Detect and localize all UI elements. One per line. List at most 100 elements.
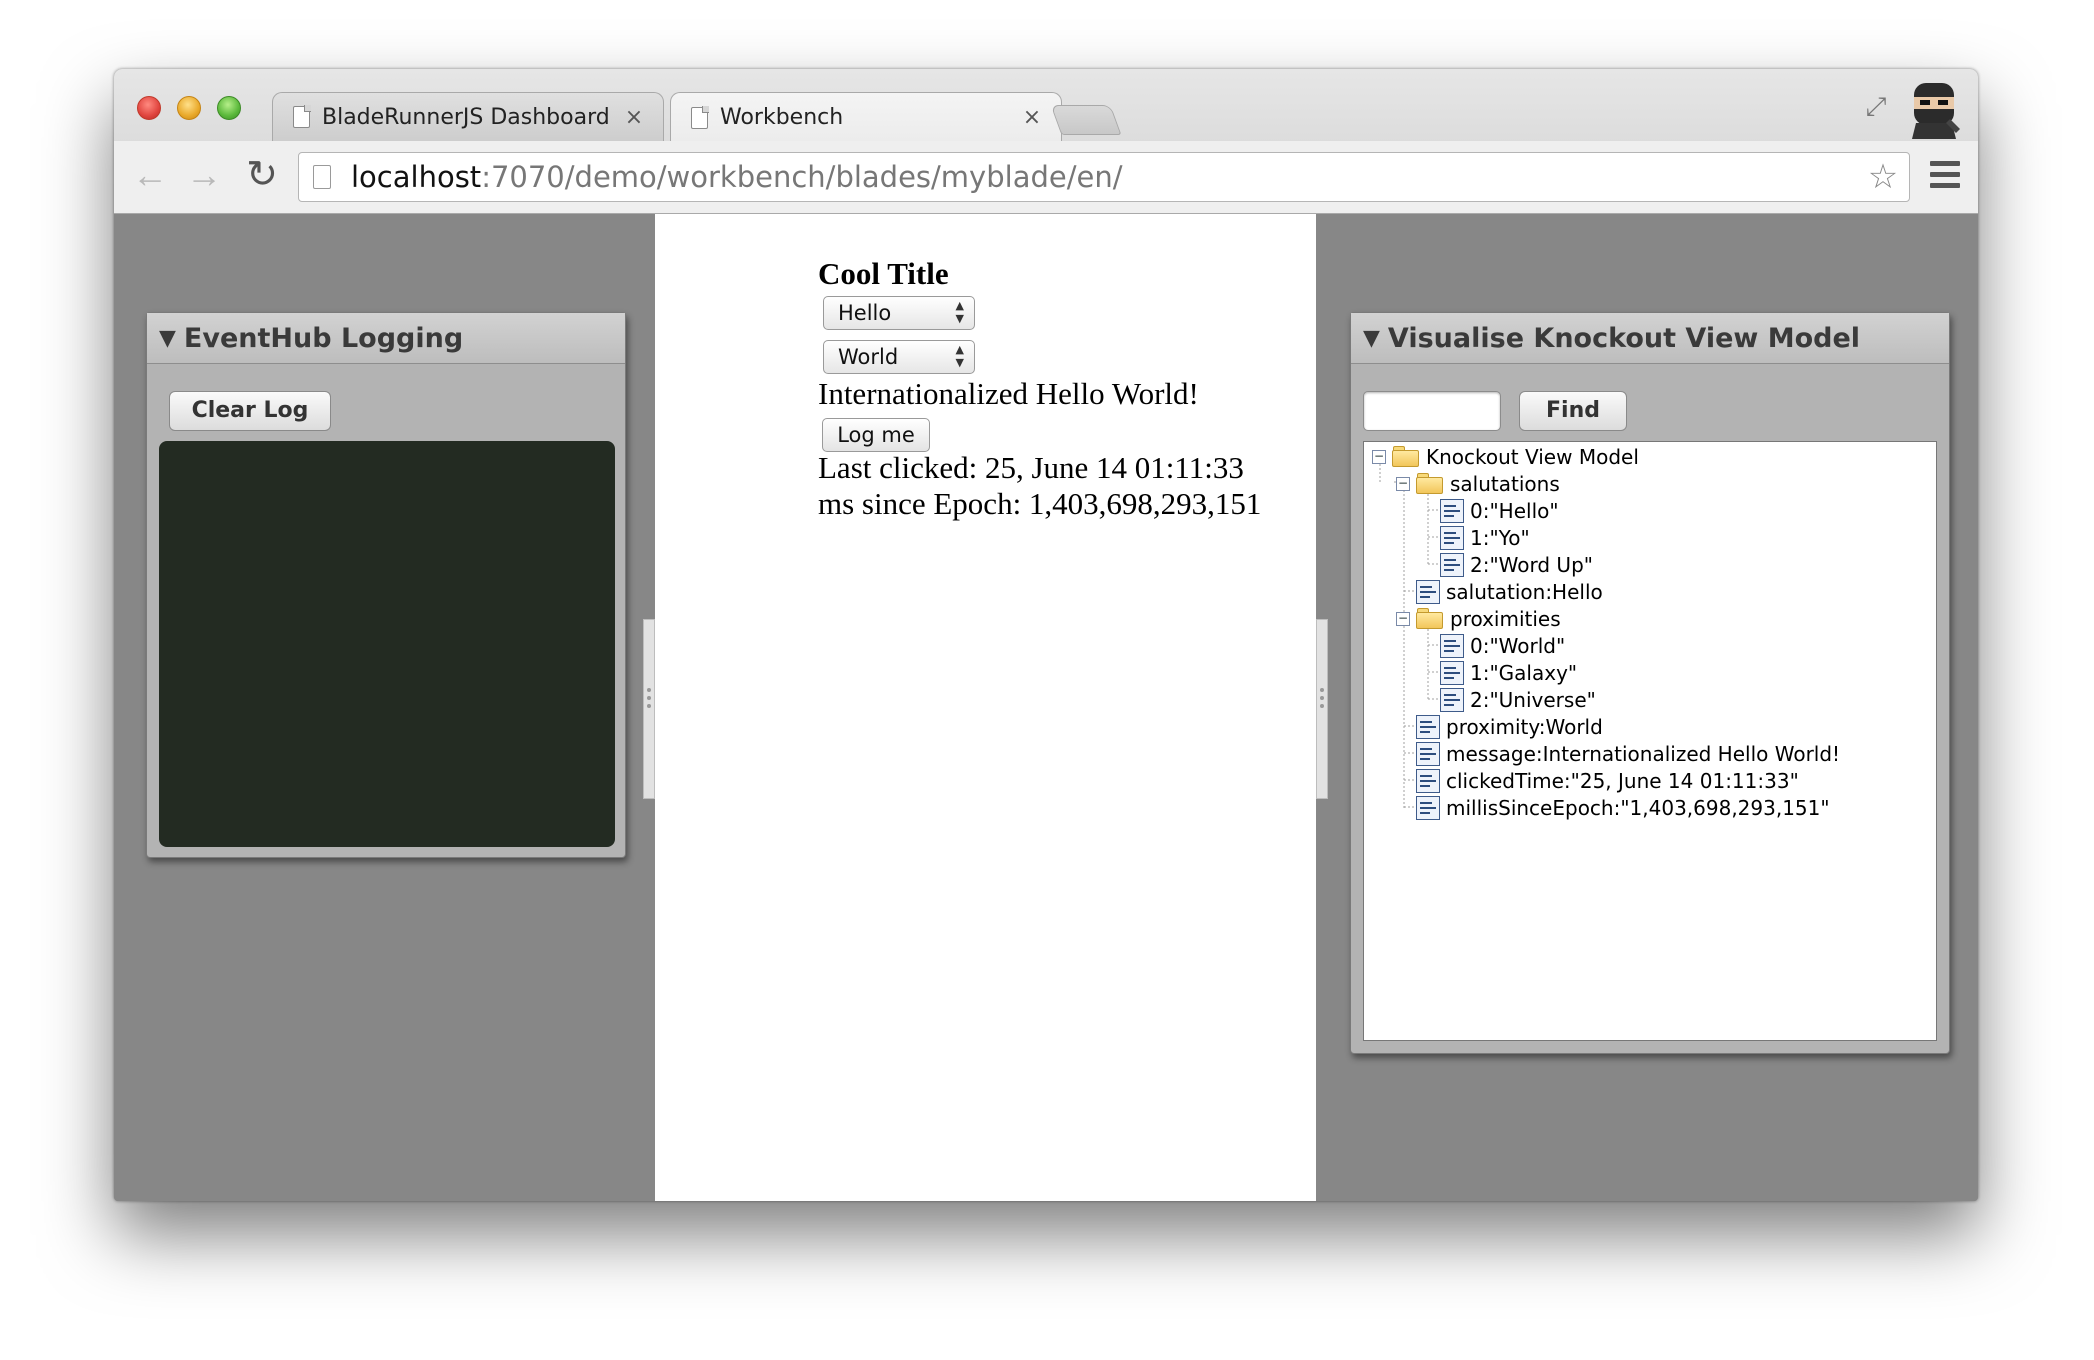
tree-node-clicked-time[interactable]: clickedTime:"25, June 14 01:11:33": [1416, 766, 1799, 796]
proximity-select[interactable]: World ▲ ▼: [823, 340, 975, 374]
browser-window: BladeRunnerJS Dashboard × Workbench × ⤢ …: [114, 69, 1978, 1201]
tree-node-salutation[interactable]: salutation:Hello: [1416, 577, 1603, 607]
tree-node-label: 0:"Hello": [1470, 499, 1559, 523]
ninja-avatar-icon[interactable]: [1906, 79, 1962, 139]
forward-arrow-icon[interactable]: →: [182, 153, 226, 197]
tree-node-label: 2:"Word Up": [1470, 553, 1593, 577]
ms-since-epoch-text: ms since Epoch: 1,403,698,293,151: [818, 486, 1262, 521]
minimize-window-button[interactable]: [177, 96, 201, 120]
tree-node-proximity-0[interactable]: 0:"World": [1440, 631, 1565, 661]
close-window-button[interactable]: [137, 96, 161, 120]
close-icon[interactable]: ×: [1021, 105, 1043, 130]
collapse-triangle-icon[interactable]: ▼: [159, 326, 176, 351]
tree-node-label: proximities: [1450, 607, 1561, 631]
page-title: Cool Title: [818, 256, 949, 291]
url-path: :7070/demo/workbench/blades/myblade/en/: [481, 160, 1123, 194]
browser-toolbar: ← → ↻ localhost:7070/demo/workbench/blad…: [114, 141, 1978, 213]
zoom-window-button[interactable]: [217, 96, 241, 120]
menu-icon[interactable]: [1930, 161, 1960, 191]
tree-node-salutation-0[interactable]: 0:"Hello": [1440, 496, 1559, 526]
tree-node-label: clickedTime:"25, June 14 01:11:33": [1446, 769, 1799, 793]
greeting-message: Internationalized Hello World!: [818, 376, 1199, 411]
url-text[interactable]: localhost:7070/demo/workbench/blades/myb…: [351, 160, 1863, 194]
tree-node-proximities[interactable]: − proximities: [1396, 604, 1561, 634]
browser-chrome: BladeRunnerJS Dashboard × Workbench × ⤢ …: [114, 69, 1978, 214]
find-button[interactable]: Find: [1519, 391, 1627, 431]
tree-node-salutations[interactable]: − salutations: [1396, 469, 1560, 499]
folder-icon: [1416, 473, 1444, 495]
property-icon: [1440, 553, 1464, 577]
bookmark-star-icon[interactable]: ☆: [1863, 157, 1903, 197]
url-host: localhost: [351, 160, 482, 194]
tree-node-label: 2:"Universe": [1470, 688, 1596, 712]
close-icon[interactable]: ×: [623, 105, 645, 130]
folder-icon: [1392, 446, 1420, 468]
grip-icon: [1320, 688, 1324, 712]
salutation-select[interactable]: Hello ▲ ▼: [823, 296, 975, 330]
tree-node-label: proximity:World: [1446, 715, 1603, 739]
panel-title: EventHub Logging: [183, 322, 464, 354]
eventhub-logging-panel: ▼ EventHub Logging Clear Log: [146, 312, 626, 858]
right-splitter-handle[interactable]: [1316, 619, 1328, 799]
tree-node-millis-since-epoch[interactable]: millisSinceEpoch:"1,403,698,293,151": [1416, 793, 1830, 823]
property-icon: [1440, 634, 1464, 658]
reload-icon[interactable]: ↻: [240, 153, 284, 197]
view-model-tree: − Knockout View Model − salutations 0:"H…: [1363, 441, 1937, 1041]
grip-icon: [647, 688, 651, 712]
tree-node-salutation-1[interactable]: 1:"Yo": [1440, 523, 1530, 553]
tree-node-label: 1:"Galaxy": [1470, 661, 1578, 685]
tree-node-label: 0:"World": [1470, 634, 1566, 658]
search-input[interactable]: [1363, 391, 1501, 431]
address-bar[interactable]: localhost:7070/demo/workbench/blades/myb…: [298, 152, 1910, 202]
tree-node-message[interactable]: message:Internationalized Hello World!: [1416, 739, 1840, 769]
property-icon: [1416, 769, 1440, 793]
page-content: ▼ EventHub Logging Clear Log Cool Title …: [114, 214, 1978, 1201]
select-arrows-icon: ▲ ▼: [955, 343, 964, 369]
tree-node-label: salutation:Hello: [1446, 580, 1603, 604]
left-splitter-handle[interactable]: [643, 619, 655, 799]
property-icon: [1416, 715, 1440, 739]
folder-icon: [1416, 608, 1444, 630]
tree-node-proximity-2[interactable]: 2:"Universe": [1440, 685, 1596, 715]
property-icon: [1416, 796, 1440, 820]
tree-node-label: millisSinceEpoch:"1,403,698,293,151": [1446, 796, 1830, 820]
log-me-button[interactable]: Log me: [822, 418, 930, 452]
log-output: [159, 441, 615, 847]
knockout-view-model-panel: ▼ Visualise Knockout View Model Find − K…: [1350, 312, 1950, 1054]
page-icon: [293, 105, 311, 128]
panel-header[interactable]: ▼ EventHub Logging: [147, 313, 625, 364]
fullscreen-icon[interactable]: ⤢: [1861, 91, 1891, 121]
tree-node-label: salutations: [1450, 472, 1560, 496]
property-icon: [1440, 688, 1464, 712]
tab-title: Workbench: [720, 105, 844, 130]
property-icon: [1440, 499, 1464, 523]
tab-bladerunner-dashboard[interactable]: BladeRunnerJS Dashboard ×: [272, 92, 664, 141]
tab-title: BladeRunnerJS Dashboard: [322, 104, 610, 130]
tab-workbench[interactable]: Workbench ×: [670, 92, 1062, 142]
tree-node-proximity-1[interactable]: 1:"Galaxy": [1440, 658, 1577, 688]
new-tab-button[interactable]: [1050, 105, 1122, 135]
property-icon: [1440, 661, 1464, 685]
clear-log-button[interactable]: Clear Log: [169, 391, 331, 431]
panel-title: Visualise Knockout View Model: [1387, 322, 1861, 354]
tree-node-salutation-2[interactable]: 2:"Word Up": [1440, 550, 1593, 580]
workbench-view: Cool Title Hello ▲ ▼ World ▲ ▼ Internation…: [655, 214, 1316, 1201]
property-icon: [1416, 742, 1440, 766]
collapse-icon[interactable]: −: [1372, 450, 1386, 464]
page-icon: [691, 105, 709, 129]
select-arrows-icon: ▲ ▼: [955, 299, 964, 325]
last-clicked-text: Last clicked: 25, June 14 01:11:33: [818, 450, 1244, 485]
page-icon: [313, 165, 331, 189]
collapse-triangle-icon[interactable]: ▼: [1363, 326, 1380, 351]
back-arrow-icon[interactable]: ←: [128, 153, 172, 197]
tree-node-root[interactable]: − Knockout View Model: [1372, 442, 1639, 472]
salutation-select-value: Hello: [838, 301, 892, 325]
tree-node-proximity[interactable]: proximity:World: [1416, 712, 1603, 742]
collapse-icon[interactable]: −: [1396, 612, 1410, 626]
panel-header[interactable]: ▼ Visualise Knockout View Model: [1351, 313, 1949, 364]
tree-node-label: 1:"Yo": [1470, 526, 1530, 550]
proximity-select-value: World: [838, 345, 899, 369]
collapse-icon[interactable]: −: [1396, 477, 1410, 491]
property-icon: [1416, 580, 1440, 604]
tree-node-label: Knockout View Model: [1426, 445, 1639, 469]
